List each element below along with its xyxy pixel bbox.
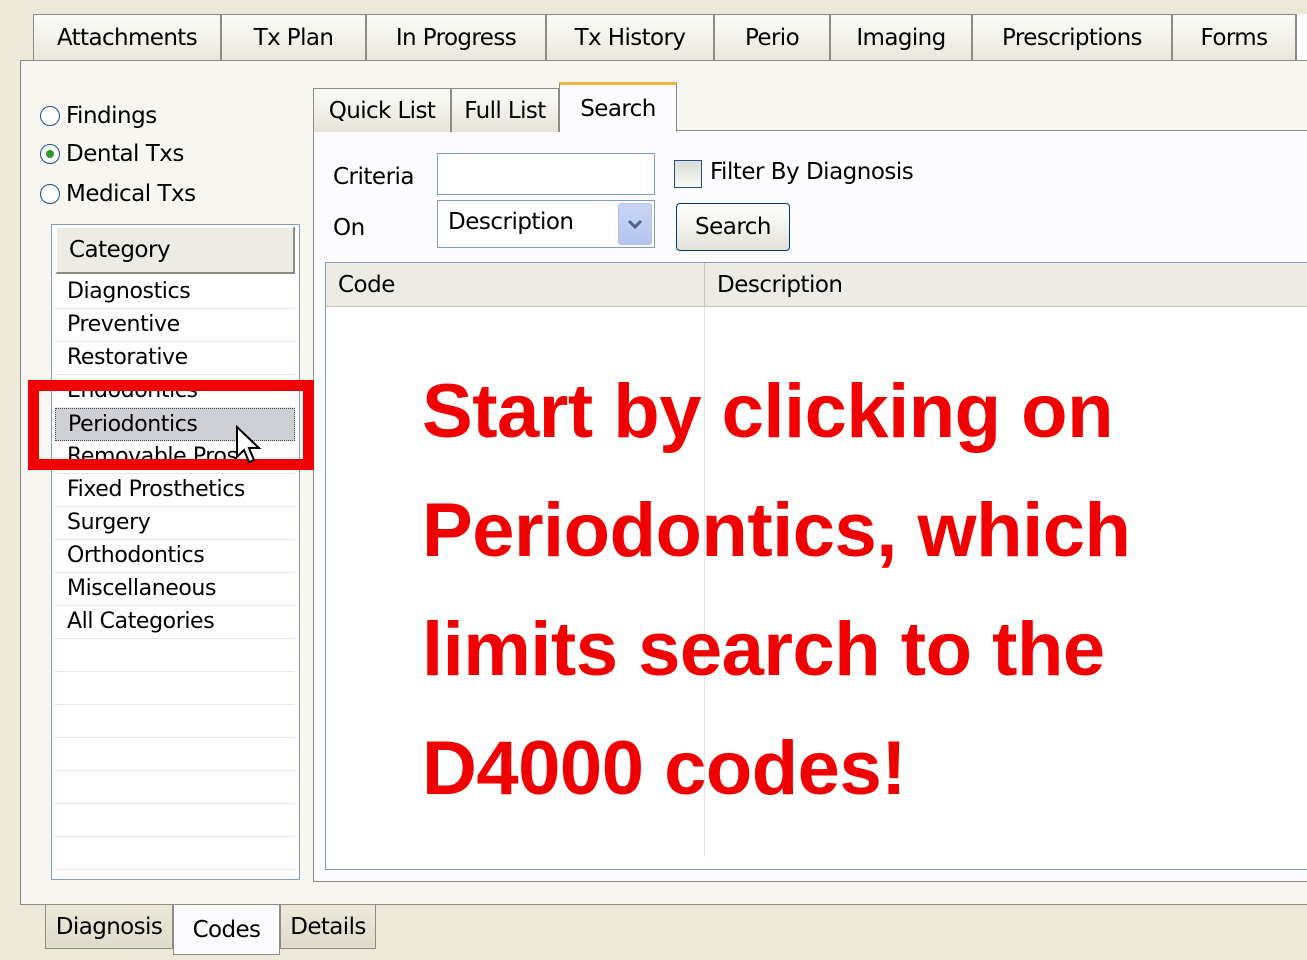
tab-full-list[interactable]: Full List xyxy=(451,88,559,132)
category-empty-row xyxy=(55,705,295,738)
category-empty-row xyxy=(55,639,295,672)
radio-selected-icon xyxy=(40,144,60,164)
tab-tx-plan[interactable]: Tx Plan xyxy=(221,14,366,60)
tab-strip-scroll-edge xyxy=(1296,14,1307,60)
criteria-label: Criteria xyxy=(333,164,415,190)
tab-search[interactable]: Search xyxy=(559,82,677,132)
category-item-orthodontics[interactable]: Orthodontics xyxy=(55,540,295,573)
highlight-box xyxy=(28,380,314,470)
category-item-fixed-prosthetics[interactable]: Fixed Prosthetics xyxy=(55,474,295,507)
category-item-surgery[interactable]: Surgery xyxy=(55,507,295,540)
category-empty-row xyxy=(55,837,295,870)
radio-findings-label: Findings xyxy=(66,103,157,129)
category-empty-row xyxy=(55,672,295,705)
radio-dental-label: Dental Txs xyxy=(66,141,184,167)
tab-diagnosis[interactable]: Diagnosis xyxy=(45,905,173,949)
tab-tx-history[interactable]: Tx History xyxy=(546,14,714,60)
filter-by-diagnosis-label: Filter By Diagnosis xyxy=(710,159,914,185)
mouse-cursor-icon xyxy=(236,425,262,464)
radio-circle-icon xyxy=(40,106,60,126)
category-empty-row xyxy=(55,738,295,771)
tab-quick-list[interactable]: Quick List xyxy=(313,88,451,132)
radio-medical-txs[interactable]: Medical Txs xyxy=(40,177,196,211)
on-label: On xyxy=(333,215,365,241)
category-item-restorative[interactable]: Restorative xyxy=(55,342,295,375)
criteria-input[interactable] xyxy=(437,153,655,195)
radio-medical-label: Medical Txs xyxy=(66,181,196,207)
search-button[interactable]: Search xyxy=(676,203,790,251)
tab-prescriptions[interactable]: Prescriptions xyxy=(972,14,1172,60)
chevron-down-icon[interactable] xyxy=(618,203,652,245)
category-item-diagnostics[interactable]: Diagnostics xyxy=(55,276,295,309)
search-on-select[interactable]: Description xyxy=(437,200,655,248)
radio-dental-txs[interactable]: Dental Txs xyxy=(40,137,184,171)
category-empty-row xyxy=(55,804,295,837)
radio-circle-icon xyxy=(40,184,60,204)
category-item-all-categories[interactable]: All Categories xyxy=(55,606,295,639)
filter-by-diagnosis-checkbox[interactable] xyxy=(674,160,702,188)
category-item-preventive[interactable]: Preventive xyxy=(55,309,295,342)
top-tab-strip: Attachments Tx Plan In Progress Tx Histo… xyxy=(0,0,1307,60)
category-header[interactable]: Category xyxy=(55,226,295,274)
column-header-code[interactable]: Code xyxy=(326,263,705,307)
tab-attachments[interactable]: Attachments xyxy=(33,14,221,60)
tab-codes[interactable]: Codes xyxy=(173,905,280,955)
search-on-value: Description xyxy=(448,209,574,235)
radio-findings[interactable]: Findings xyxy=(40,99,157,133)
column-header-description[interactable]: Description xyxy=(705,263,1307,307)
tutorial-annotation: Start by clicking on Periodontics, which… xyxy=(422,369,1131,811)
category-item-miscellaneous[interactable]: Miscellaneous xyxy=(55,573,295,606)
tab-perio[interactable]: Perio xyxy=(714,14,830,60)
tab-details[interactable]: Details xyxy=(280,905,376,949)
tab-imaging[interactable]: Imaging xyxy=(830,14,972,60)
tab-in-progress[interactable]: In Progress xyxy=(366,14,546,60)
tab-forms[interactable]: Forms xyxy=(1172,14,1296,60)
category-empty-row xyxy=(55,771,295,804)
